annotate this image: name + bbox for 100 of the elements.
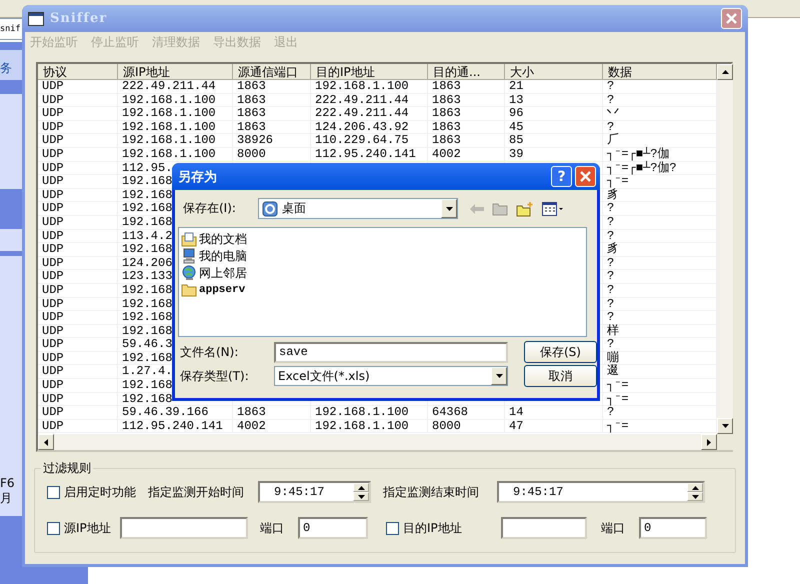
table-cell: UDP [38,352,118,364]
filename-field[interactable]: save [274,342,508,362]
table-cell: 192.168.1.100 [118,94,233,106]
column-header[interactable]: 源IP地址 [118,64,233,80]
end-time-field[interactable]: 9:45:17 [497,481,705,503]
table-cell: UDP [38,311,118,324]
table-cell: UDP [38,379,118,392]
checkbox-label: 启用定时功能 [64,484,137,500]
documents-folder-icon [181,231,197,247]
table-cell: UDP [38,148,118,161]
checkbox[interactable] [47,522,60,534]
table-cell: 192.168.1.100 [118,120,233,134]
table-cell: UDP [38,243,118,256]
table-cell: 45 [505,120,603,134]
sidebar-text: 务 [0,50,24,80]
file-type-dropdown[interactable]: Excel文件(*.xls) [274,366,508,386]
file-list[interactable]: 我的文档 我的电脑 网上邻居 appserv [178,227,587,337]
view-menu-icon[interactable] [542,202,564,216]
table-cell: 4002 [233,420,311,432]
vertical-scrollbar[interactable] [717,64,733,434]
table-cell: 39 [505,148,603,161]
help-button[interactable]: ? [551,166,572,187]
table-cell: UDP [38,406,118,419]
close-button[interactable] [721,8,742,29]
table-cell: 222.49.211.44 [311,94,428,106]
scroll-up-icon[interactable] [692,486,698,490]
table-cell: 13 [505,94,603,106]
input-field[interactable]: 0 [639,517,707,539]
table-cell: UDP [38,324,118,338]
column-header[interactable]: 大小 [505,64,603,80]
checkbox[interactable] [386,522,399,534]
table-cell: 222.49.211.44 [311,107,428,120]
checkbox[interactable] [47,486,60,498]
table-cell: 8000 [233,148,311,161]
horizontal-scrollbar[interactable] [38,434,717,450]
table-cell: UDP [38,216,118,229]
table-cell: 192.168.1.100 [311,420,428,432]
input-field[interactable]: 0 [298,517,368,539]
table-cell: 38926 [233,134,311,147]
scroll-up-icon[interactable] [358,486,364,490]
table-cell: 14 [505,406,603,419]
window-icon [28,12,44,26]
table-cell: UDP [38,298,118,310]
table-cell: 192.168.1.100 [118,134,233,147]
field-label: 指定监测开始时间 [148,484,245,500]
scrollbar-corner [717,434,733,450]
new-folder-icon[interactable] [516,200,534,216]
table-cell: 192.168.1.100 [311,406,428,419]
table-cell: 1863 [428,107,505,120]
table-cell: 8000 [428,420,505,432]
table-cell: 192.168.1.100 [118,107,233,120]
table-cell: UDP [38,134,118,147]
table-cell: 1863 [428,134,505,147]
table-cell: 1863 [233,406,311,419]
table-cell: 1863 [428,120,505,134]
start-time-field[interactable]: 9:45:17 [258,481,371,503]
scroll-right-icon[interactable] [707,438,711,446]
column-header[interactable]: 源通信端口 [233,64,311,80]
scroll-down-icon[interactable] [722,424,728,428]
input-field[interactable] [501,517,587,539]
column-header[interactable]: 目的通... [428,64,505,80]
scroll-down-icon[interactable] [358,494,364,498]
table-cell: 1863 [233,80,311,93]
table-cell: UDP [38,94,118,106]
input-field[interactable] [120,517,248,539]
column-header[interactable]: 协议 [38,64,118,80]
table-cell: UDP [38,175,118,188]
close-icon [580,171,591,182]
table-cell: 192.168.1.100 [118,148,233,161]
save-button[interactable]: 保存(S) [524,341,597,363]
table-cell: UDP [38,80,118,93]
table-cell: 1863 [428,94,505,106]
sidebar-section [0,229,24,251]
table-cell: 47 [505,420,603,432]
table-cell: 112.95.240.141 [311,148,428,161]
column-header[interactable]: 目的IP地址 [311,64,428,80]
checkbox-label: 目的IP地址 [403,520,463,536]
spin-buttons[interactable] [687,483,703,501]
table-cell: 64368 [428,406,505,419]
table-cell: 1863 [428,80,505,93]
window-title: Sniffer [50,11,108,26]
field-label: 端口 [260,520,285,536]
table-cell: 1863 [233,107,311,120]
scroll-up-icon[interactable] [722,70,728,74]
globe-icon [181,265,197,281]
scroll-left-icon[interactable] [44,438,48,446]
table-cell: 85 [505,134,603,147]
field-label: 指定监测结束时间 [383,484,480,500]
close-button[interactable] [575,166,596,187]
checkbox-label: 源IP地址 [64,520,112,536]
address-field[interactable]: snif [0,18,22,40]
location-dropdown[interactable]: 桌面 [258,198,458,219]
table-cell: UDP [38,270,118,283]
scroll-down-icon[interactable] [692,494,698,498]
table-cell: UDP [38,188,118,202]
cancel-button[interactable]: 取消 [524,365,597,387]
table-cell: UDP [38,365,118,378]
table-cell: 4002 [428,148,505,161]
spin-buttons[interactable] [353,483,369,501]
table-cell: 96 [505,107,603,120]
